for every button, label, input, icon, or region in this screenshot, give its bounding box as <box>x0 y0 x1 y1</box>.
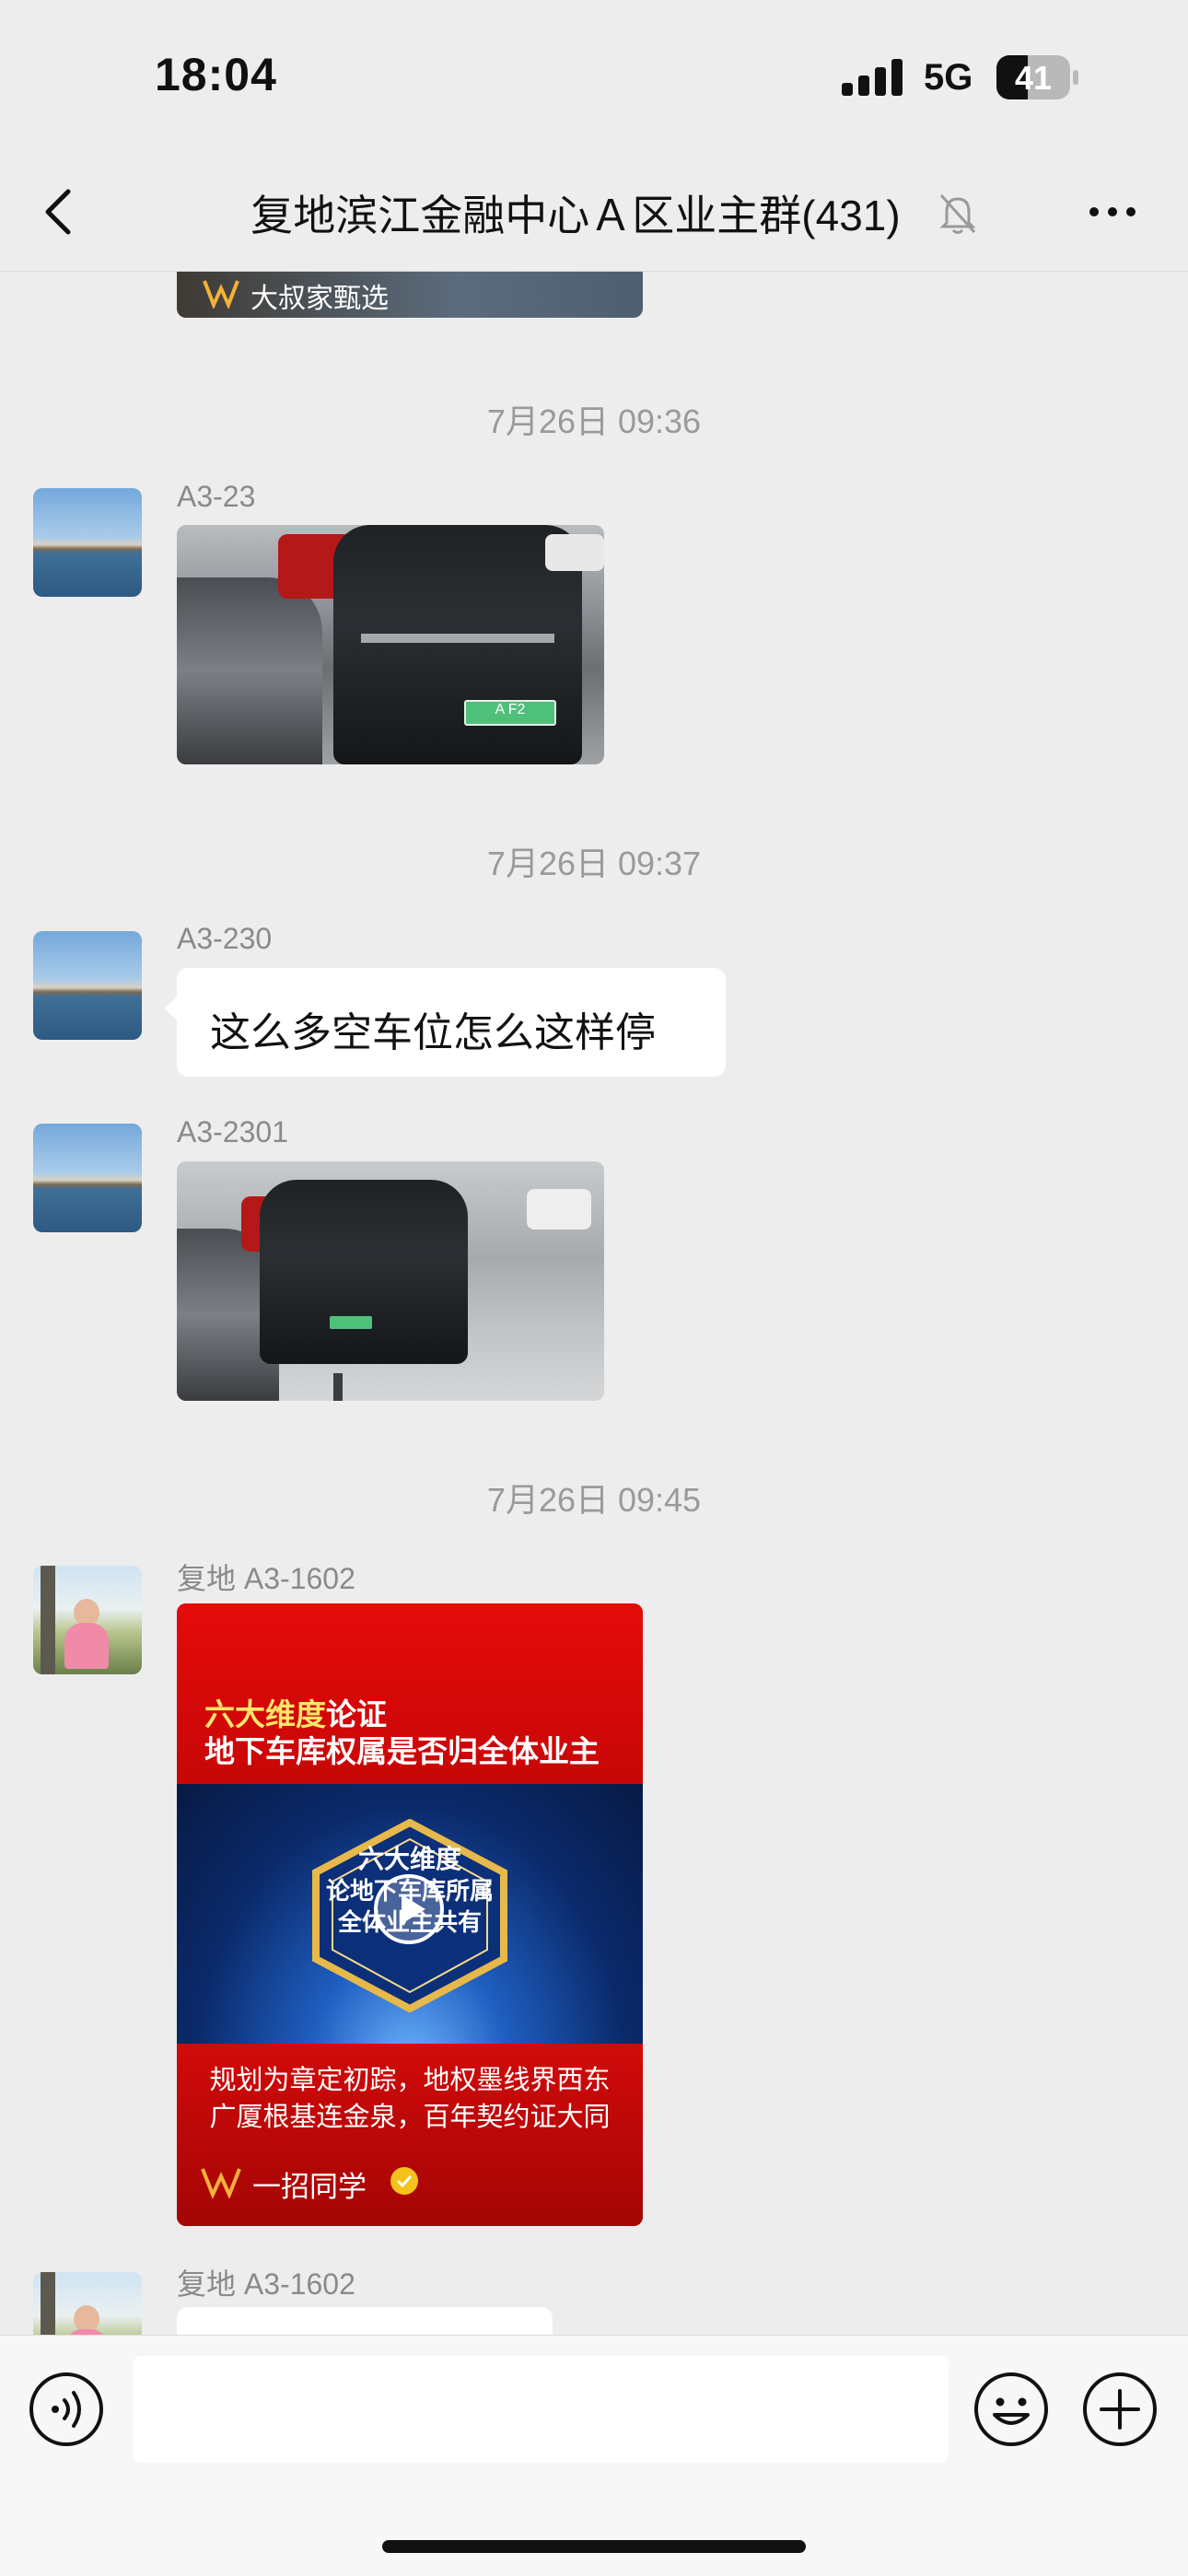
partial-image-label: 大叔家甄选 <box>250 284 389 314</box>
partial-image-message[interactable]: 大叔家甄选 <box>177 272 643 318</box>
avatar[interactable] <box>33 1566 142 1674</box>
video-caption-line2: 广厦根基连金泉，百年契约证大同 <box>209 2103 611 2132</box>
sender-name: A3-23 <box>177 480 256 513</box>
image-message[interactable]: A F2 <box>177 525 604 764</box>
license-plate: A F2 <box>464 700 556 726</box>
video-message-card[interactable]: 六大维度论证 地下车库权属是否归全体业主 六大维度 论地下车库所属 全体业主共有… <box>177 1603 643 2226</box>
avatar[interactable] <box>33 931 142 1040</box>
video-title-banner: 六大维度论证 地下车库权属是否归全体业主 <box>177 1603 643 1784</box>
battery-level: 41 <box>1014 59 1053 97</box>
avatar[interactable] <box>33 488 142 597</box>
avatar[interactable] <box>33 2272 142 2335</box>
sender-name: A3-230 <box>177 922 273 955</box>
timestamp: 7月26日 09:37 <box>486 845 702 882</box>
chat-area[interactable]: 大叔家甄选 7月26日 09:36 A3-23 A F2 7月26日 09:37… <box>0 272 1188 2335</box>
channel-logo-icon <box>203 280 239 309</box>
video-caption-line1: 规划为章定初踪，地权墨线界西东 <box>209 2066 611 2095</box>
text-message-bubble[interactable] <box>177 2307 553 2335</box>
message-text: 这么多空车位怎么这样停 <box>210 1010 656 1055</box>
hex-text-line1: 六大维度 <box>357 1845 461 1873</box>
network-label: 5G <box>924 57 973 98</box>
video-caption-area: 规划为章定初踪，地权墨线界西东 广厦根基连金泉，百年契约证大同 一招同学 <box>177 2044 643 2226</box>
channel-name: 一招同学 <box>252 2171 367 2203</box>
home-indicator <box>382 2540 806 2553</box>
image-message[interactable] <box>177 1161 604 1401</box>
chevron-left-icon[interactable] <box>37 184 83 239</box>
more-dots-icon[interactable] <box>1087 193 1138 230</box>
license-plate <box>330 1316 372 1329</box>
plus-icon[interactable] <box>1081 2371 1159 2448</box>
voice-icon[interactable] <box>28 2371 105 2448</box>
channel-logo-icon <box>201 2168 241 2198</box>
sender-name: A3-2301 <box>177 1115 288 1148</box>
verified-badge-icon <box>390 2167 418 2195</box>
chat-title: 复地滨江金融中心Ａ区业主群(431) <box>250 192 901 239</box>
timestamp: 7月26日 09:45 <box>486 1481 702 1519</box>
video-title-line2: 地下车库权属是否归全体业主 <box>204 1734 600 1768</box>
video-thumbnail: 六大维度 论地下车库所属 全体业主共有 <box>177 1784 643 2044</box>
nav-bar: 复地滨江金融中心Ａ区业主群(431) <box>0 157 1188 272</box>
emoji-icon[interactable] <box>973 2371 1050 2448</box>
sender-name: 复地 A3-1602 <box>177 2267 355 2301</box>
status-time: 18:04 <box>155 49 277 100</box>
play-icon[interactable] <box>372 1872 446 1946</box>
status-bar: 18:04 5G 41 <box>0 0 1188 157</box>
signal-icon <box>842 59 903 96</box>
timestamp: 7月26日 09:36 <box>486 402 702 440</box>
avatar[interactable] <box>33 1124 142 1232</box>
input-bar <box>0 2335 1188 2576</box>
message-input[interactable] <box>133 2356 949 2463</box>
bell-slash-icon <box>939 193 976 234</box>
sender-name: 复地 A3-1602 <box>177 1562 355 1595</box>
text-message-bubble[interactable]: 这么多空车位怎么这样停 <box>164 968 726 1077</box>
